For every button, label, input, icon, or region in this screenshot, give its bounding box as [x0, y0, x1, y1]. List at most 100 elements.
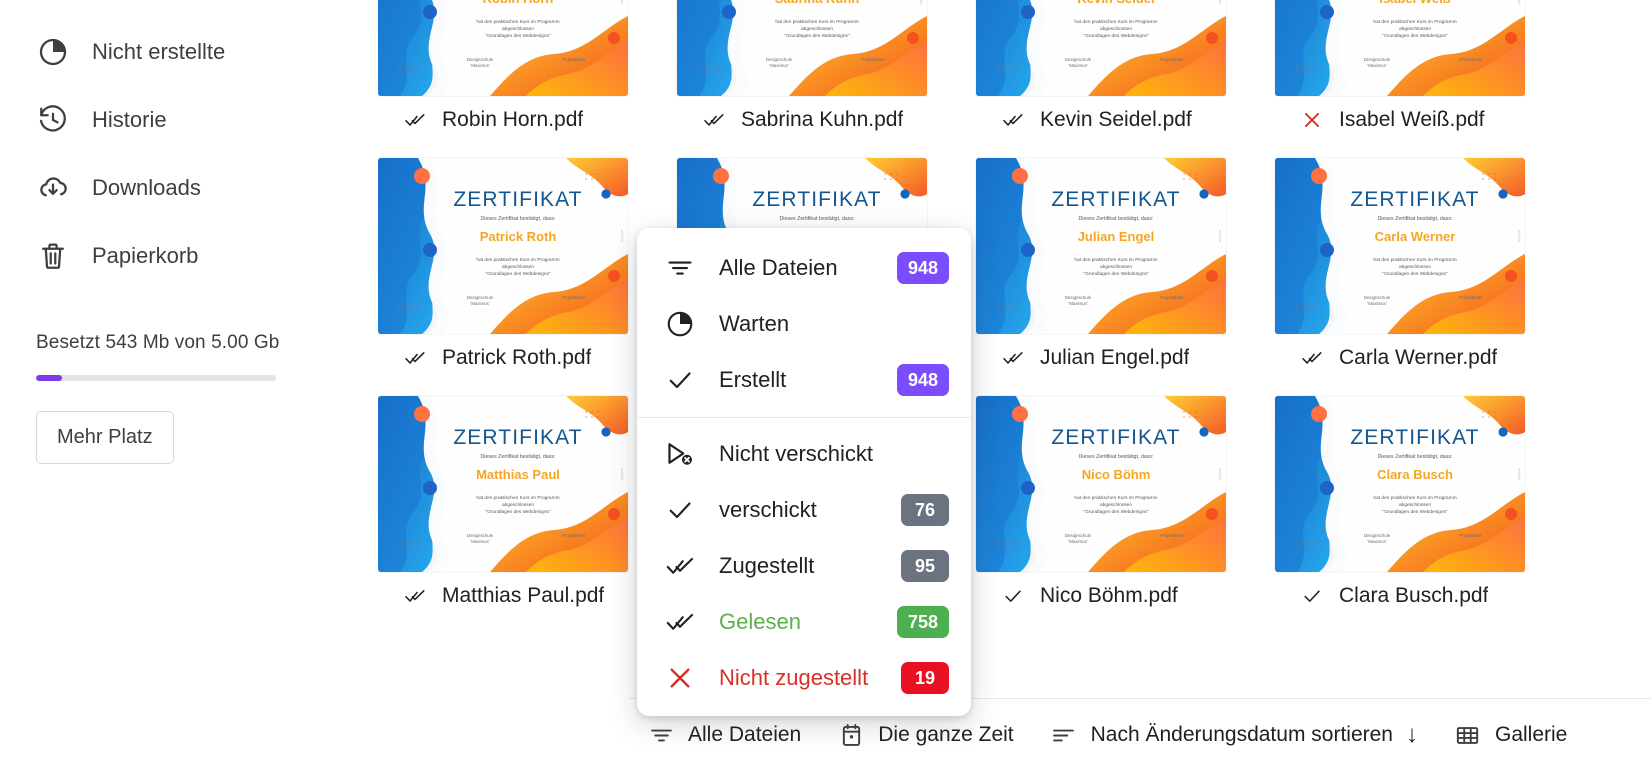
status-filter-menu[interactable]: Alle Dateien 948 Warten Erstellt 948 Nicht ve… [637, 228, 971, 716]
check-icon [663, 495, 697, 525]
menu-item-badge: 76 [901, 494, 949, 526]
file-card[interactable]: ZERTIFIKATDieses Zertifikat bestätigt, d… [677, 0, 927, 144]
menu-item-verschickt[interactable]: verschickt 76 [637, 482, 971, 538]
file-card[interactable]: ZERTIFIKATDieses Zertifikat bestätigt, d… [1275, 158, 1525, 382]
file-card[interactable]: ZERTIFIKATDieses Zertifikat bestätigt, d… [1275, 396, 1525, 620]
svg-text:hat den praktischen Kurs im Pr: hat den praktischen Kurs im Programm [1074, 19, 1157, 25]
svg-text:Projektleiter: Projektleiter [562, 57, 586, 62]
svg-text:Clara Busch: Clara Busch [1377, 467, 1453, 482]
history-clock-icon [36, 103, 70, 137]
trash-icon [36, 239, 70, 273]
svg-text:Dieses Zertifikat bestätigt, d: Dieses Zertifikat bestätigt, dass: [480, 454, 555, 460]
storage-progress-fill [36, 375, 63, 381]
certificate-thumbnail[interactable]: ZERTIFIKATDieses Zertifikat bestätigt, d… [378, 0, 628, 96]
svg-text:Designschule: Designschule [467, 295, 494, 300]
svg-text:hat den praktischen Kurs im Pr: hat den praktischen Kurs im Programm [476, 19, 559, 25]
menu-item-label: Warten [719, 311, 790, 336]
toolbar-item-label: Gallerie [1494, 723, 1568, 746]
svg-text:Carla Werner: Carla Werner [1375, 229, 1456, 244]
file-card[interactable]: ZERTIFIKATDieses Zertifikat bestätigt, d… [378, 158, 628, 382]
sidebar-item-label: Nicht erstellte [92, 39, 226, 64]
menu-item-label: verschickt [719, 497, 817, 522]
svg-text:Designschule: Designschule [1364, 295, 1391, 300]
file-name: Kevin Seidel.pdf [1040, 108, 1192, 131]
svg-text:hat den praktischen Kurs im Pr: hat den praktischen Kurs im Programm [775, 19, 858, 25]
svg-text:abgeschlossen: abgeschlossen [1100, 26, 1132, 32]
svg-text:'Maximus': 'Maximus' [1367, 301, 1386, 306]
certificate-thumbnail[interactable]: ZERTIFIKATDieses Zertifikat bestätigt, d… [677, 0, 927, 96]
certificate-thumbnail[interactable]: ZERTIFIKATDieses Zertifikat bestätigt, d… [976, 0, 1226, 96]
sort-direction-arrow[interactable]: ↓ [1406, 721, 1418, 749]
file-card[interactable]: ZERTIFIKATDieses Zertifikat bestätigt, d… [976, 158, 1226, 382]
menu-item-label: Zugestellt [719, 553, 815, 578]
svg-text:Dieses Zertifikat bestätigt, d: Dieses Zertifikat bestätigt, dass: [779, 216, 854, 222]
double-check-green-icon [402, 347, 428, 369]
svg-text:Projektleiter: Projektleiter [1160, 295, 1184, 300]
double-check-green-icon [402, 109, 428, 131]
file-card[interactable]: ZERTIFIKATDieses Zertifikat bestätigt, d… [1275, 0, 1525, 144]
file-card[interactable]: ZERTIFIKATDieses Zertifikat bestätigt, d… [378, 0, 628, 144]
menu-item-warten[interactable]: Warten [637, 296, 971, 352]
certificate-thumbnail[interactable]: ZERTIFIKATDieses Zertifikat bestätigt, d… [976, 158, 1226, 334]
certificate-thumbnail[interactable]: ZERTIFIKATDieses Zertifikat bestätigt, d… [1275, 0, 1525, 96]
svg-text:Kevin Seidel: Kevin Seidel [1077, 0, 1154, 6]
svg-text:Projektleiter: Projektleiter [1160, 533, 1184, 538]
svg-text:'Maximus': 'Maximus' [1367, 63, 1386, 68]
file-name: Nico Böhm.pdf [1040, 584, 1178, 607]
menu-item-badge: 95 [901, 550, 949, 582]
svg-text:Designschule: Designschule [1065, 57, 1092, 62]
certificate-thumbnail[interactable]: ZERTIFIKATDieses Zertifikat bestätigt, d… [1275, 396, 1525, 572]
menu-item-label: Gelesen [719, 609, 801, 634]
svg-text:'Maximus': 'Maximus' [470, 539, 489, 544]
svg-text:hat den praktischen Kurs im Pr: hat den praktischen Kurs im Programm [1074, 257, 1157, 263]
svg-text:Projektleiter: Projektleiter [562, 533, 586, 538]
double-check-green-icon [663, 607, 697, 637]
file-card[interactable]: ZERTIFIKATDieses Zertifikat bestätigt, d… [378, 396, 628, 620]
check-icon [663, 365, 697, 395]
sidebar-item-historie[interactable]: Historie [0, 86, 378, 154]
toolbar-item-gallerie[interactable]: Gallerie [1436, 699, 1585, 771]
sidebar: Nicht erstellte Historie Downloads Papierko… [0, 0, 378, 771]
svg-text:Dieses Zertifikat bestätigt, d: Dieses Zertifikat bestätigt, dass: [1078, 216, 1153, 222]
certificate-thumbnail[interactable]: ZERTIFIKATDieses Zertifikat bestätigt, d… [976, 396, 1226, 572]
file-caption: Kevin Seidel.pdf [976, 96, 1226, 144]
file-card[interactable]: ZERTIFIKATDieses Zertifikat bestätigt, d… [976, 396, 1226, 620]
menu-item-nicht-verschickt[interactable]: Nicht verschickt [637, 426, 971, 482]
svg-text:zertifikat: zertifikat [1517, 468, 1521, 481]
menu-item-alle-dateien[interactable]: Alle Dateien 948 [637, 240, 971, 296]
sidebar-item-nicht-erstellte[interactable]: Nicht erstellte [0, 18, 378, 86]
svg-text:zertifikat: zertifikat [1517, 0, 1521, 4]
svg-text:Nico Böhm: Nico Böhm [1082, 467, 1151, 482]
svg-text:"Grundlagen des Webdesigns": "Grundlagen des Webdesigns" [784, 33, 849, 39]
file-card[interactable]: ZERTIFIKATDieses Zertifikat bestätigt, d… [976, 0, 1226, 144]
menu-item-nicht-zugestellt[interactable]: Nicht zugestellt 19 [637, 650, 971, 706]
file-caption: Sabrina Kuhn.pdf [677, 96, 927, 144]
sidebar-item-downloads[interactable]: Downloads [0, 154, 378, 222]
menu-item-badge: 948 [896, 364, 949, 396]
menu-item-gelesen[interactable]: Gelesen 758 [637, 594, 971, 650]
menu-item-zugestellt[interactable]: Zugestellt 95 [637, 538, 971, 594]
sidebar-item-papierkorb[interactable]: Papierkorb [0, 222, 378, 290]
svg-text:"Grundlagen des Webdesigns": "Grundlagen des Webdesigns" [1382, 271, 1447, 277]
svg-text:abgeschlossen: abgeschlossen [502, 502, 534, 508]
svg-text:ZERTIFIKAT: ZERTIFIKAT [453, 188, 582, 211]
menu-separator [637, 417, 971, 418]
certificate-thumbnail[interactable]: ZERTIFIKATDieses Zertifikat bestätigt, d… [378, 158, 628, 334]
toolbar-item-nach-nderungsdatum-sortieren[interactable]: Nach Änderungsdatum sortieren ↓ [1032, 699, 1436, 771]
menu-item-erstellt[interactable]: Erstellt 948 [637, 352, 971, 408]
svg-text:'Maximus': 'Maximus' [470, 63, 489, 68]
certificate-thumbnail[interactable]: ZERTIFIKATDieses Zertifikat bestätigt, d… [1275, 158, 1525, 334]
svg-text:Patrick Roth: Patrick Roth [480, 229, 557, 244]
svg-text:zertifikat: zertifikat [1218, 230, 1222, 243]
svg-text:Isabel Weiß: Isabel Weiß [1379, 0, 1450, 6]
certificate-thumbnail[interactable]: ZERTIFIKATDieses Zertifikat bestätigt, d… [378, 396, 628, 572]
send-blocked-icon [663, 439, 697, 469]
svg-text:abgeschlossen: abgeschlossen [1399, 264, 1431, 270]
file-name: Robin Horn.pdf [442, 108, 584, 131]
svg-text:Designschule: Designschule [1065, 295, 1092, 300]
svg-text:ZERTIFIKAT: ZERTIFIKAT [1350, 188, 1479, 211]
more-space-button[interactable]: Mehr Platz [36, 411, 174, 464]
svg-text:"Grundlagen des Webdesigns": "Grundlagen des Webdesigns" [1083, 271, 1148, 277]
toolbar-item-label: Alle Dateien [688, 723, 802, 746]
svg-text:abgeschlossen: abgeschlossen [801, 26, 833, 32]
